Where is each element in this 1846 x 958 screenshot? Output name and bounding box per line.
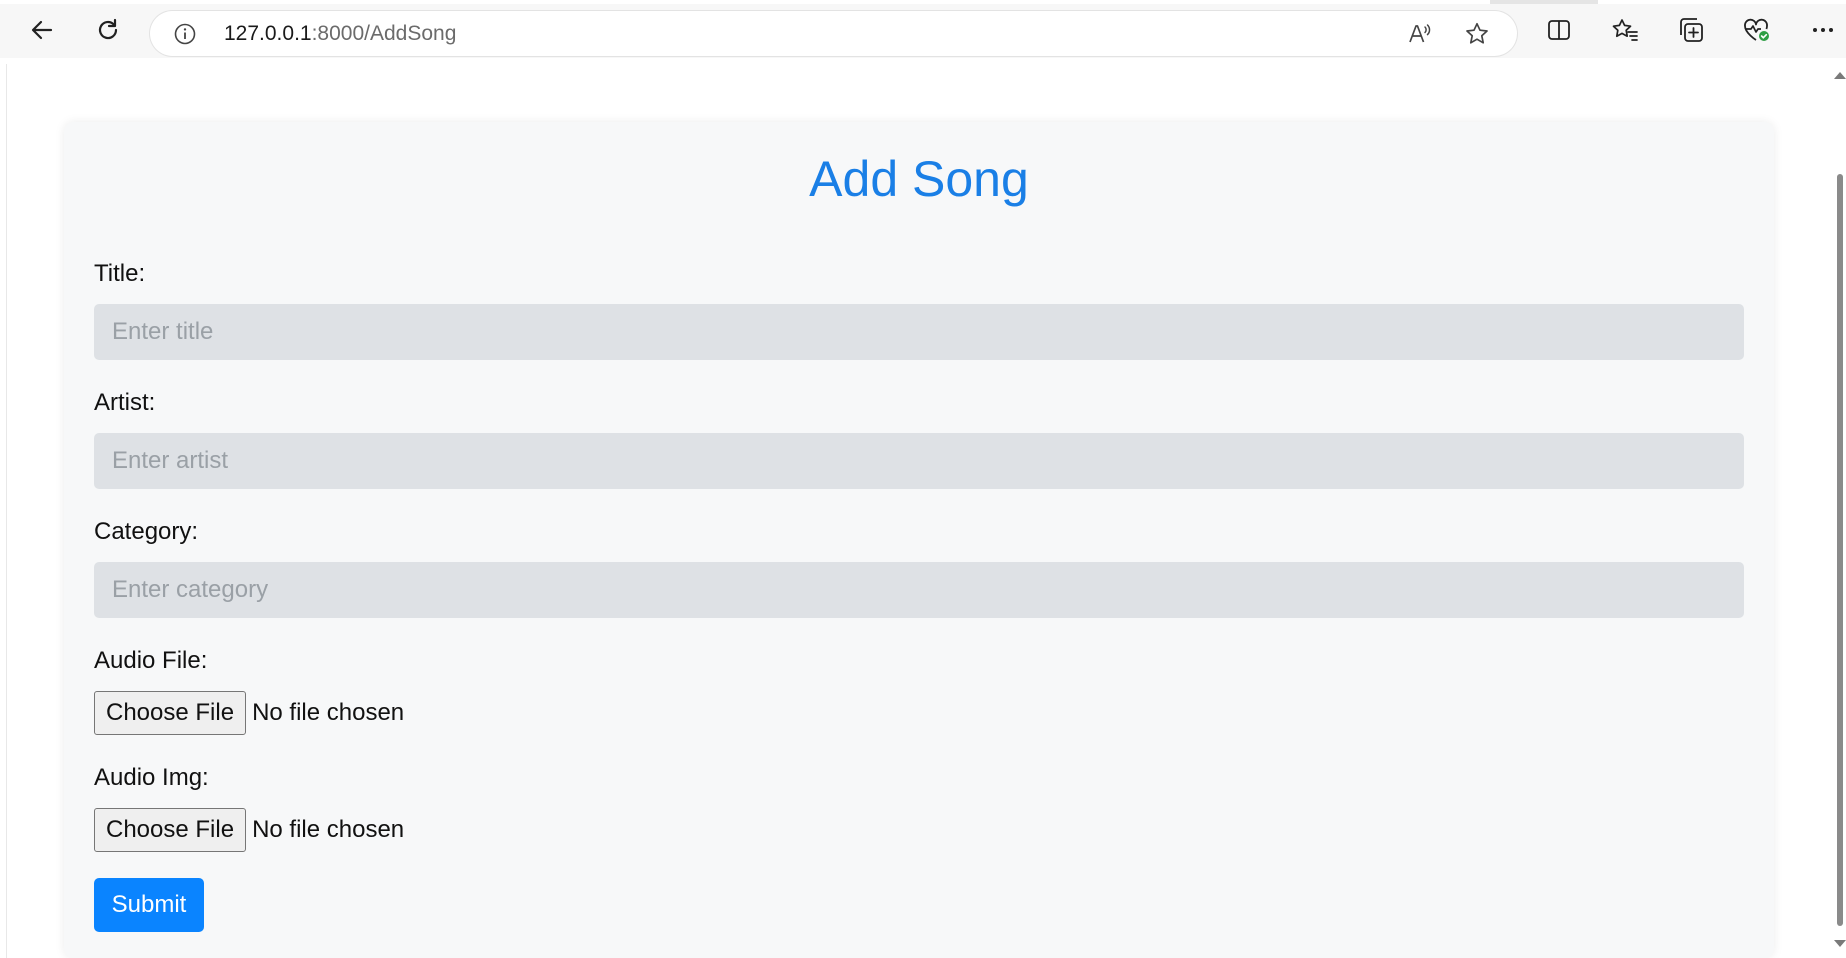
collections-icon: [1677, 16, 1705, 49]
star-icon[interactable]: [1464, 21, 1490, 47]
url-path: :8000/AddSong: [311, 22, 457, 45]
read-aloud-icon[interactable]: [1407, 21, 1433, 47]
favorites-button[interactable]: [1609, 16, 1641, 48]
collections-button[interactable]: [1675, 16, 1707, 48]
heart-pulse-icon: [1742, 16, 1772, 49]
artist-input[interactable]: [94, 433, 1744, 489]
audio-img-input[interactable]: Choose File No file chosen: [94, 807, 404, 853]
refresh-button[interactable]: [90, 14, 126, 50]
url-host: 127.0.0.1: [224, 22, 312, 45]
info-icon[interactable]: [174, 23, 196, 45]
add-song-form: Add Song Title: Artist: Category: Audio …: [64, 122, 1774, 958]
back-arrow-icon: [29, 17, 55, 48]
category-input[interactable]: [94, 562, 1744, 618]
audio-file-input[interactable]: Choose File No file chosen: [94, 690, 404, 736]
scroll-up-arrow[interactable]: [1834, 72, 1846, 79]
more-icon: [1810, 17, 1836, 48]
browser-toolbar: 127.0.0.1:8000/AddSong: [0, 0, 1846, 58]
submit-button[interactable]: Submit: [94, 878, 204, 932]
tab-strip: [0, 0, 1846, 4]
audio-file-status: No file chosen: [252, 699, 405, 726]
category-label: Category:: [94, 518, 199, 545]
page-title: Add Song: [809, 151, 1029, 207]
back-button[interactable]: [24, 14, 60, 50]
url-text[interactable]: 127.0.0.1:8000/AddSong: [224, 22, 456, 46]
more-button[interactable]: [1807, 16, 1839, 48]
title-label: Title:: [94, 260, 146, 287]
scroll-down-arrow[interactable]: [1834, 940, 1846, 947]
scroll-thumb[interactable]: [1837, 174, 1843, 926]
audio-file-label: Audio File:: [94, 647, 208, 674]
address-bar[interactable]: 127.0.0.1:8000/AddSong: [150, 11, 1517, 56]
vertical-scrollbar[interactable]: [1830, 64, 1846, 958]
favorites-icon: [1611, 17, 1639, 48]
audio-img-status: No file chosen: [252, 816, 405, 843]
refresh-icon: [95, 17, 121, 48]
artist-label: Artist:: [94, 389, 156, 416]
audio-img-label: Audio Img:: [94, 764, 209, 791]
split-screen-button[interactable]: [1543, 16, 1575, 48]
title-input[interactable]: [94, 304, 1744, 360]
audio-file-choose-button[interactable]: Choose File: [94, 691, 247, 735]
browser-essentials-button[interactable]: [1741, 16, 1773, 48]
split-screen-icon: [1546, 17, 1572, 48]
audio-img-choose-button[interactable]: Choose File: [94, 808, 247, 852]
